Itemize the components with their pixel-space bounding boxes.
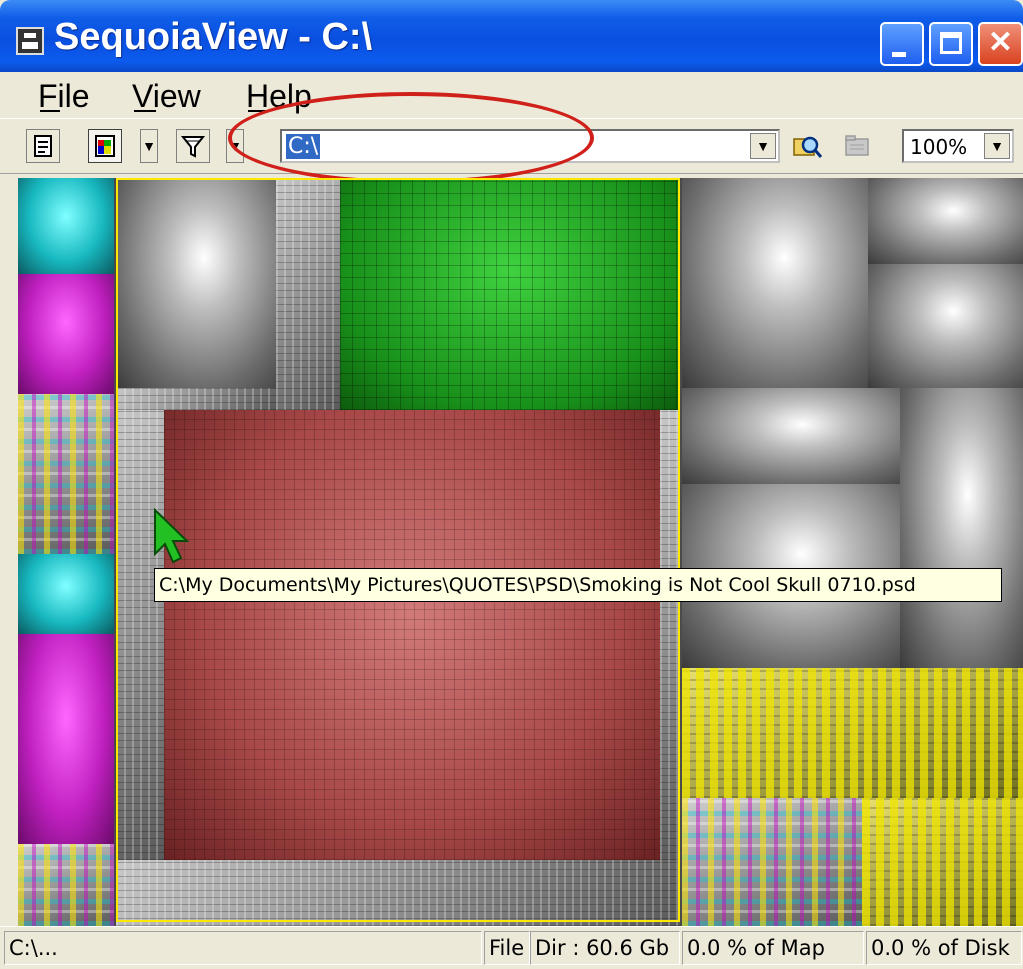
zoom-dropdown-button[interactable]: ▼	[984, 133, 1010, 159]
zoom-value: 100%	[910, 135, 968, 159]
status-bar: C:\... File Dir : 60.6 Gb 0.0 % of Map 0…	[0, 926, 1023, 969]
up-folder-icon	[845, 135, 869, 156]
window-title: SequoiaView - C:\	[54, 16, 373, 58]
properties-icon	[34, 135, 52, 157]
menu-help-mnemonic	[248, 110, 270, 112]
dropdown-arrow-icon: ▼	[990, 138, 1004, 154]
dropdown-arrow-icon: ▼	[756, 138, 770, 154]
menu-view-mnemonic	[134, 110, 156, 112]
treemap-cell[interactable]	[682, 668, 1023, 798]
path-value: C:\	[286, 134, 321, 159]
status-path: C:\...	[4, 931, 482, 965]
status-dir-size: Dir : 60.6 Gb	[530, 931, 680, 965]
treemap-cell[interactable]	[18, 844, 114, 926]
status-map-percent: 0.0 % of Map	[682, 931, 864, 965]
mouse-cursor-icon	[154, 508, 190, 564]
filter-icon	[180, 136, 206, 158]
treemap-cell[interactable]	[18, 274, 114, 394]
treemap-view[interactable]	[18, 178, 1023, 926]
search-folder-icon	[793, 136, 823, 158]
sequoiaview-window: SequoiaView - C:\ ✕ File View Help ▼ ▼ C…	[0, 0, 1023, 969]
file-path-tooltip: C:\My Documents\My Pictures\QUOTES\PSD\S…	[154, 568, 1002, 602]
maximize-button[interactable]	[929, 22, 973, 66]
maximize-icon	[940, 32, 962, 54]
close-icon: ✕	[987, 26, 1014, 59]
minimize-icon	[892, 52, 906, 57]
dropdown-arrow-icon: ▼	[228, 138, 242, 154]
path-input[interactable]: C:\ ▼	[280, 129, 780, 163]
treemap-cell[interactable]	[868, 178, 1023, 264]
treemap-cell[interactable]	[18, 394, 114, 554]
color-scheme-dropdown[interactable]: ▼	[140, 129, 158, 163]
treemap-cell[interactable]	[682, 798, 862, 926]
treemap-cell[interactable]	[682, 388, 900, 484]
menu-file-mnemonic	[40, 110, 60, 112]
treemap-cell[interactable]	[18, 178, 114, 274]
zoom-select[interactable]: 100% ▼	[902, 129, 1014, 163]
treemap-cell[interactable]	[18, 634, 114, 844]
menu-bar: File View Help	[0, 72, 1023, 118]
toolbar: ▼ ▼ C:\ ▼ 100% ▼	[0, 118, 1023, 174]
app-icon[interactable]	[16, 27, 44, 55]
selection-frame	[116, 178, 680, 922]
dropdown-arrow-icon: ▼	[142, 138, 156, 154]
treemap-cell[interactable]	[868, 264, 1023, 388]
filter-dropdown[interactable]: ▼	[226, 129, 244, 163]
color-scheme-button[interactable]	[88, 129, 122, 163]
close-button[interactable]: ✕	[978, 22, 1023, 66]
colors-icon	[95, 135, 115, 157]
title-bar[interactable]: SequoiaView - C:\ ✕	[0, 0, 1023, 72]
up-level-button[interactable]	[840, 129, 874, 163]
filter-button[interactable]	[176, 129, 210, 163]
status-file: File	[484, 931, 530, 965]
browse-button[interactable]	[790, 129, 824, 163]
treemap-cell[interactable]	[18, 554, 114, 634]
treemap-cell[interactable]	[900, 388, 1023, 668]
minimize-button[interactable]	[880, 22, 924, 66]
treemap-cell[interactable]	[682, 178, 868, 388]
status-disk-percent: 0.0 % of Disk	[866, 931, 1022, 965]
properties-button[interactable]	[26, 129, 60, 163]
treemap-cell[interactable]	[862, 798, 1023, 926]
path-dropdown-button[interactable]: ▼	[750, 133, 776, 159]
